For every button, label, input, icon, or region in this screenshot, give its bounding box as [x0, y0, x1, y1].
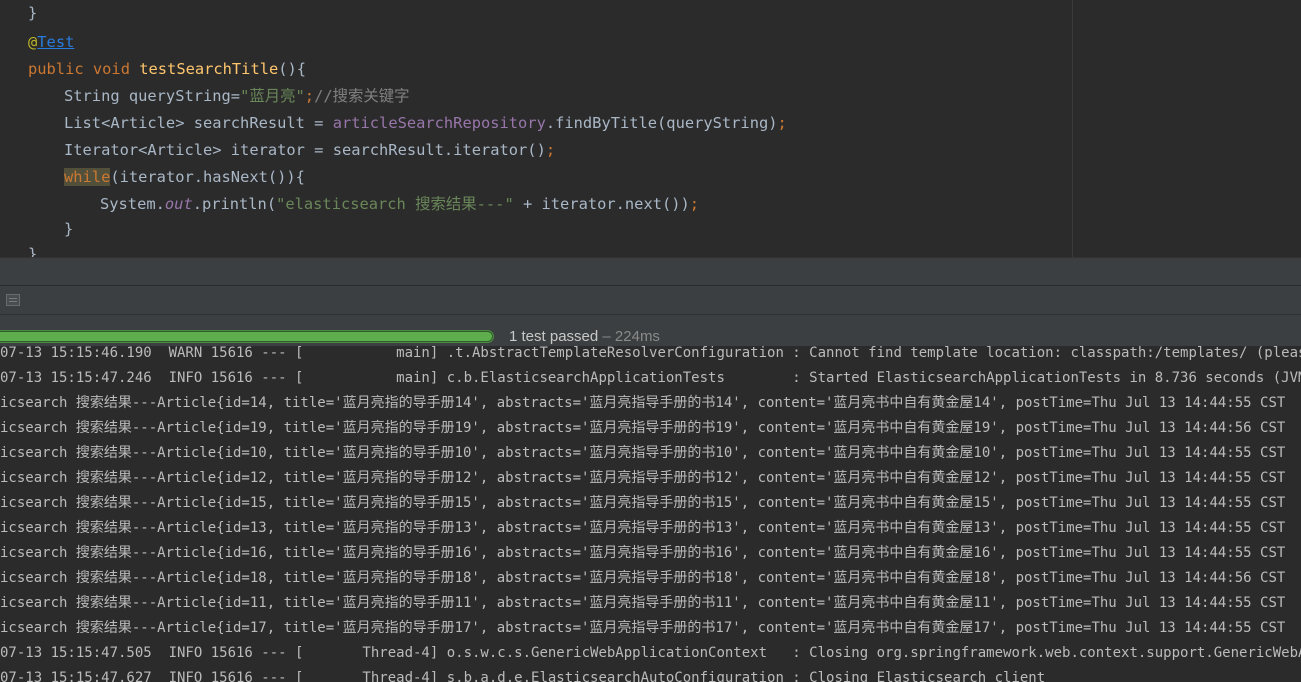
code-line-8[interactable]: System.out.println("elasticsearch 搜索结果--… — [100, 191, 699, 218]
system-class: System. — [100, 195, 165, 213]
code-line-3[interactable]: public void testSearchTitle(){ — [28, 56, 306, 83]
out-field: out — [164, 195, 193, 213]
console-line[interactable]: icsearch 搜索结果---Article{id=13, title='蓝月… — [0, 516, 1285, 541]
layout-icon[interactable] — [6, 294, 20, 306]
semicolon: ; — [545, 141, 556, 159]
test-annotation-link[interactable]: Test — [37, 33, 74, 51]
run-toolbar — [0, 285, 1301, 315]
code-line-10[interactable]: } — [28, 241, 37, 257]
annotation-at: @ — [28, 33, 38, 51]
while-condition: (iterator.hasNext()){ — [110, 168, 305, 186]
print-string-literal: "elasticsearch 搜索结果---" — [276, 195, 514, 213]
while-keyword: while — [64, 168, 111, 186]
void-keyword: void — [92, 60, 130, 78]
close-brace: } — [28, 245, 38, 257]
console-output[interactable]: 07-13 15:15:46.190 WARN 15616 --- [ main… — [0, 346, 1301, 682]
find-by-title-call: .findByTitle(queryString) — [545, 114, 778, 132]
test-result-label: 1 test passed — [509, 328, 599, 345]
test-duration: – 224ms — [598, 328, 660, 345]
console-line[interactable]: 07-13 15:15:47.627 INFO 15616 --- [ Thre… — [0, 666, 1045, 682]
println-open: .println( — [192, 195, 277, 213]
code-line-7[interactable]: while(iterator.hasNext()){ — [64, 164, 305, 191]
method-name: testSearchTitle — [139, 60, 279, 78]
semicolon: ; — [304, 87, 315, 105]
right-margin-guide — [1072, 0, 1073, 257]
console-line[interactable]: 07-13 15:15:47.505 INFO 15616 --- [ Thre… — [0, 641, 1301, 666]
iterator-decl: Iterator<Article> iterator = searchResul… — [64, 141, 546, 159]
console-line[interactable]: icsearch 搜索结果---Article{id=19, title='蓝月… — [0, 416, 1285, 441]
code-editor[interactable]: } @Test public void testSearchTitle(){ S… — [0, 0, 1301, 257]
console-line[interactable]: icsearch 搜索结果---Article{id=10, title='蓝月… — [0, 441, 1285, 466]
close-brace: } — [28, 4, 38, 22]
method-parens: (){ — [278, 60, 307, 78]
inline-comment: //搜索关键字 — [314, 87, 410, 105]
console-line[interactable]: icsearch 搜索结果---Article{id=14, title='蓝月… — [0, 391, 1285, 416]
console-line[interactable]: icsearch 搜索结果---Article{id=15, title='蓝月… — [0, 491, 1285, 516]
panel-splitter[interactable] — [0, 257, 1301, 286]
semicolon: ; — [689, 195, 700, 213]
query-string-literal: "蓝月亮" — [240, 87, 305, 105]
code-line-9[interactable]: } — [64, 216, 73, 243]
test-progress-fill — [0, 332, 492, 341]
code-line-1[interactable]: } — [28, 0, 37, 27]
console-line[interactable]: icsearch 搜索结果---Article{id=11, title='蓝月… — [0, 591, 1285, 616]
repository-field: articleSearchRepository — [332, 114, 546, 132]
code-line-4[interactable]: String queryString="蓝月亮";//搜索关键字 — [64, 83, 410, 110]
list-decl: List<Article> searchResult = — [64, 114, 333, 132]
code-line-6[interactable]: Iterator<Article> iterator = searchResul… — [64, 137, 555, 164]
console-line[interactable]: icsearch 搜索结果---Article{id=18, title='蓝月… — [0, 566, 1285, 591]
console-line[interactable]: icsearch 搜索结果---Article{id=16, title='蓝月… — [0, 541, 1285, 566]
console-line[interactable]: 07-13 15:15:46.190 WARN 15616 --- [ main… — [0, 346, 1301, 366]
code-line-2[interactable]: @Test — [28, 29, 74, 56]
console-line[interactable]: 07-13 15:15:47.246 INFO 15616 --- [ main… — [0, 366, 1301, 391]
string-decl: String queryString= — [64, 87, 241, 105]
test-progress-bar — [0, 330, 494, 343]
close-brace: } — [64, 220, 74, 238]
console-line[interactable]: icsearch 搜索结果---Article{id=17, title='蓝月… — [0, 616, 1285, 641]
code-line-5[interactable]: List<Article> searchResult = articleSear… — [64, 110, 787, 137]
print-rest: + iterator.next()) — [513, 195, 690, 213]
console-line[interactable]: icsearch 搜索结果---Article{id=12, title='蓝月… — [0, 466, 1285, 491]
semicolon: ; — [777, 114, 787, 132]
public-keyword: public — [28, 60, 84, 78]
